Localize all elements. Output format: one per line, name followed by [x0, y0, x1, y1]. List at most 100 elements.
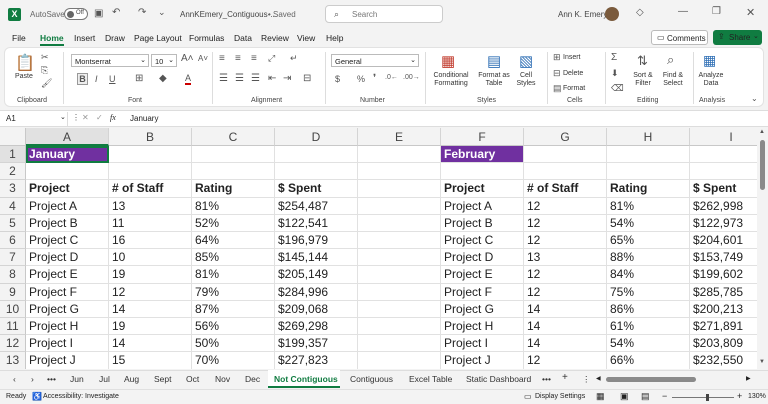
column-header-e[interactable]: E: [358, 128, 441, 146]
cell-b12[interactable]: 14: [109, 335, 192, 353]
decrease-indent-icon[interactable]: ⇤: [268, 73, 276, 84]
increase-decimal-icon[interactable]: .0←: [385, 74, 398, 81]
scroll-down-icon[interactable]: ▼: [759, 359, 765, 365]
cell-g9[interactable]: 12: [524, 283, 607, 301]
font-color-icon[interactable]: A: [185, 73, 192, 85]
wrap-text-icon[interactable]: ↵: [290, 53, 298, 64]
cell-e12[interactable]: [358, 335, 441, 353]
row-header-3[interactable]: 3: [0, 180, 26, 198]
analyze-data-button[interactable]: Analyze Data: [697, 72, 725, 88]
undo-icon[interactable]: ↶: [112, 7, 120, 18]
horizontal-scrollbar[interactable]: ◀ ▶: [596, 374, 756, 385]
cell-c2[interactable]: [192, 163, 275, 181]
zoom-level[interactable]: 130%: [748, 393, 766, 400]
sheet-tab-aug[interactable]: Aug: [124, 374, 139, 384]
cell-a7[interactable]: Project D: [26, 249, 109, 267]
cell-c1[interactable]: [192, 146, 275, 164]
cell-a12[interactable]: Project I: [26, 335, 109, 353]
increase-font-icon[interactable]: A˄: [181, 53, 194, 64]
more-options-icon[interactable]: ⋮: [72, 113, 80, 122]
sheet-tab-excel-table[interactable]: Excel Table: [409, 374, 452, 384]
cell-d1[interactable]: [275, 146, 358, 164]
cell-h3[interactable]: Rating: [607, 180, 690, 198]
scroll-left-icon[interactable]: ◀: [596, 375, 601, 382]
borders-icon[interactable]: ⊞: [135, 73, 143, 84]
feb-title[interactable]: February: [441, 146, 524, 164]
cell-i10[interactable]: $200,213: [690, 301, 757, 318]
accessibility-status[interactable]: Accessibility: Investigate: [43, 393, 119, 400]
cell-g11[interactable]: 14: [524, 318, 607, 336]
autosave-toggle[interactable]: Off: [64, 8, 88, 20]
more-sheets-left[interactable]: •••: [47, 374, 56, 384]
align-middle-icon[interactable]: ≡: [235, 53, 241, 64]
clear-icon[interactable]: ⌫: [611, 83, 624, 94]
column-header-b[interactable]: B: [109, 128, 192, 146]
currency-icon[interactable]: $: [335, 74, 340, 84]
cell-b11[interactable]: 19: [109, 318, 192, 336]
cell-h11[interactable]: 61%: [607, 318, 690, 336]
tab-help[interactable]: Help: [326, 33, 343, 43]
cell-i12[interactable]: $203,809: [690, 335, 757, 353]
tab-review[interactable]: Review: [261, 33, 289, 43]
merge-center-icon[interactable]: ⊟: [303, 73, 311, 84]
align-top-icon[interactable]: ≡: [219, 53, 225, 64]
tab-view[interactable]: View: [297, 33, 315, 43]
cell-a10[interactable]: Project G: [26, 300, 109, 318]
cell-d9[interactable]: $284,996: [275, 283, 358, 301]
cell-b7[interactable]: 10: [109, 249, 192, 267]
cell-b8[interactable]: 19: [109, 266, 192, 284]
fill-icon[interactable]: ⬇: [611, 68, 619, 79]
cell-d8[interactable]: $205,149: [275, 266, 358, 284]
cell-h6[interactable]: 65%: [607, 232, 690, 250]
cell-f7[interactable]: Project D: [441, 249, 524, 267]
underline-icon[interactable]: U: [109, 74, 116, 84]
column-header-c[interactable]: C: [192, 128, 275, 146]
cell-c6[interactable]: 64%: [192, 232, 275, 250]
cell-g4[interactable]: 12: [524, 197, 607, 215]
cell-e7[interactable]: [358, 249, 441, 267]
paste-icon[interactable]: 📋: [15, 53, 35, 73]
row-header-13[interactable]: 13: [0, 352, 26, 369]
insert-button[interactable]: Insert: [563, 54, 581, 62]
cancel-icon[interactable]: ✕: [82, 113, 89, 122]
cell-e11[interactable]: [358, 318, 441, 336]
cell-c13[interactable]: 70%: [192, 352, 275, 369]
cell-f2[interactable]: [441, 163, 524, 181]
cell-d10[interactable]: $209,068: [275, 300, 358, 318]
cell-g2[interactable]: [524, 163, 607, 181]
restore-icon[interactable]: ❐: [712, 6, 721, 17]
sheet-tab-not-contiguous[interactable]: Not Contiguous: [268, 370, 340, 388]
cell-i9[interactable]: $285,785: [690, 284, 757, 301]
insert-function-icon[interactable]: fx: [110, 113, 116, 122]
sort-filter-icon[interactable]: ⇅: [637, 53, 648, 69]
cell-e9[interactable]: [358, 283, 441, 301]
cell-h12[interactable]: 54%: [607, 335, 690, 353]
cell-i8[interactable]: $199,602: [690, 266, 757, 284]
cell-h9[interactable]: 75%: [607, 283, 690, 301]
cell-b9[interactable]: 12: [109, 283, 192, 301]
cell-g10[interactable]: 14: [524, 300, 607, 318]
number-format-select[interactable]: General ⌄: [331, 54, 419, 67]
cell-e6[interactable]: [358, 232, 441, 250]
cell-d3[interactable]: $ Spent: [275, 180, 358, 198]
sheet-tab-dec[interactable]: Dec: [245, 374, 260, 384]
cell-styles-icon[interactable]: ▧: [519, 52, 533, 70]
row-header-11[interactable]: 11: [0, 318, 26, 336]
cell-d7[interactable]: $145,144: [275, 249, 358, 267]
cell-g6[interactable]: 12: [524, 232, 607, 250]
fill-color-icon[interactable]: ◆: [159, 73, 167, 84]
column-header-i[interactable]: I: [690, 128, 757, 146]
cell-c8[interactable]: 81%: [192, 266, 275, 284]
row-header-7[interactable]: 7: [0, 249, 26, 267]
zoom-out-icon[interactable]: −: [662, 391, 667, 401]
find-select-icon[interactable]: ⌕: [667, 52, 674, 68]
tab-draw[interactable]: Draw: [105, 33, 125, 43]
scroll-right-icon[interactable]: ▶: [746, 375, 751, 382]
tab-options-icon[interactable]: ⋮: [582, 374, 591, 385]
row-header-9[interactable]: 9: [0, 283, 26, 301]
cell-g13[interactable]: 12: [524, 352, 607, 369]
cut-icon[interactable]: ✂: [41, 52, 49, 63]
cell-c5[interactable]: 52%: [192, 214, 275, 232]
cell-d11[interactable]: $269,298: [275, 318, 358, 336]
column-header-g[interactable]: G: [524, 128, 607, 146]
